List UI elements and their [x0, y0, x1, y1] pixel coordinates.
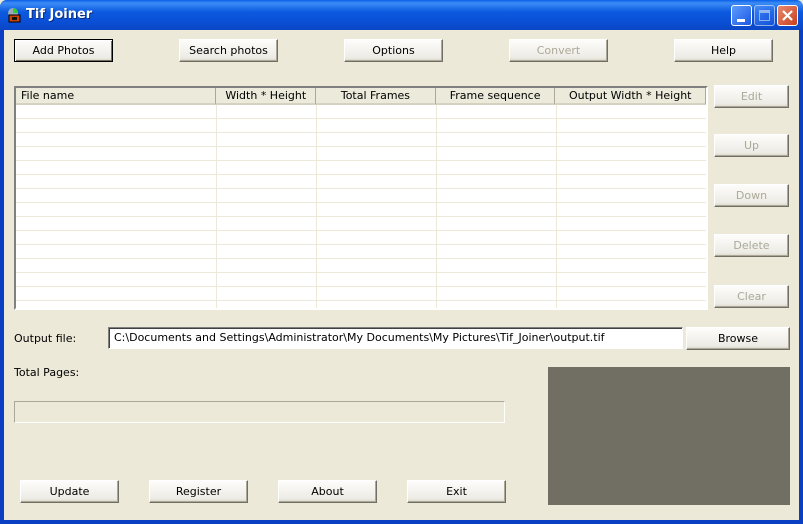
column-divider [436, 105, 437, 308]
file-list[interactable]: File name Width * Height Total Frames Fr… [14, 86, 708, 310]
search-photos-button[interactable]: Search photos [179, 39, 278, 62]
progress-bar [14, 401, 505, 423]
column-divider [556, 105, 557, 308]
column-divider [216, 105, 217, 308]
column-header-output-size[interactable]: Output Width * Height [555, 88, 706, 105]
delete-button[interactable]: Delete [714, 234, 789, 257]
output-file-input[interactable]: C:\Documents and Settings\Administrator\… [108, 327, 683, 349]
column-header-total-frames[interactable]: Total Frames [316, 88, 436, 105]
exit-button[interactable]: Exit [407, 480, 506, 503]
up-button[interactable]: Up [714, 134, 789, 157]
browse-button[interactable]: Browse [686, 327, 790, 350]
output-file-label: Output file: [14, 332, 77, 345]
column-header-frame-sequence[interactable]: Frame sequence [435, 88, 556, 105]
register-button[interactable]: Register [149, 480, 248, 503]
help-button[interactable]: Help [674, 39, 773, 62]
total-pages-label: Total Pages: [14, 366, 80, 379]
column-header-file-name[interactable]: File name [16, 88, 217, 105]
clear-button[interactable]: Clear [714, 285, 789, 308]
title-bar[interactable]: Tif Joiner [0, 0, 803, 30]
options-button[interactable]: Options [344, 39, 443, 62]
maximize-icon [759, 10, 770, 21]
edit-button[interactable]: Edit [714, 85, 789, 108]
close-icon [782, 10, 793, 21]
update-button[interactable]: Update [20, 480, 119, 503]
about-button[interactable]: About [278, 480, 377, 503]
app-window: Tif Joiner Add Photos Search photos Opti… [0, 0, 803, 524]
maximize-button[interactable] [754, 5, 775, 26]
list-header: File name Width * Height Total Frames Fr… [16, 88, 706, 105]
add-photos-button[interactable]: Add Photos [14, 39, 113, 62]
app-icon [8, 8, 21, 23]
client-area: Add Photos Search photos Options Convert… [4, 30, 799, 520]
column-header-width-height[interactable]: Width * Height [216, 88, 317, 105]
window-title: Tif Joiner [26, 7, 93, 22]
list-rows [16, 105, 706, 308]
image-preview [548, 367, 790, 505]
convert-button[interactable]: Convert [509, 39, 608, 62]
minimize-icon [737, 19, 745, 22]
down-button[interactable]: Down [714, 184, 789, 207]
column-divider [316, 105, 317, 308]
minimize-button[interactable] [731, 5, 752, 26]
close-button[interactable] [777, 5, 798, 26]
